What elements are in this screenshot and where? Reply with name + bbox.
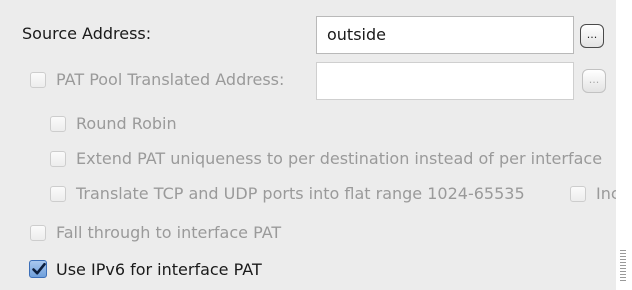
include-reserved-ports-label: Inc — [596, 184, 616, 203]
fall-through-checkbox[interactable] — [30, 225, 46, 241]
checkmark-icon — [32, 262, 46, 275]
use-ipv6-checkbox[interactable] — [29, 260, 47, 278]
source-address-input[interactable]: outside — [316, 16, 574, 54]
page-margin — [616, 0, 632, 290]
extend-pat-uniqueness-checkbox[interactable] — [50, 151, 66, 167]
source-address-label: Source Address: — [22, 24, 152, 43]
source-address-browse-button[interactable]: ... — [580, 24, 604, 48]
round-robin-label: Round Robin — [76, 114, 177, 133]
figure-id-mark — [620, 250, 626, 282]
translate-tcp-udp-label: Translate TCP and UDP ports into flat ra… — [76, 184, 525, 203]
use-ipv6-label: Use IPv6 for interface PAT — [56, 260, 262, 279]
include-reserved-ports-checkbox[interactable] — [570, 186, 586, 202]
pat-pool-checkbox[interactable] — [30, 72, 46, 88]
extend-pat-uniqueness-label: Extend PAT uniqueness to per destination… — [76, 149, 603, 168]
pat-settings-panel: Source Address: outside ... PAT Pool Tra… — [0, 0, 616, 290]
pat-pool-address-input[interactable] — [316, 62, 574, 100]
pat-pool-label: PAT Pool Translated Address: — [56, 70, 285, 89]
round-robin-checkbox[interactable] — [50, 116, 66, 132]
translate-tcp-udp-checkbox[interactable] — [50, 186, 66, 202]
pat-pool-browse-button[interactable]: ... — [582, 69, 606, 93]
fall-through-label: Fall through to interface PAT — [56, 223, 282, 242]
